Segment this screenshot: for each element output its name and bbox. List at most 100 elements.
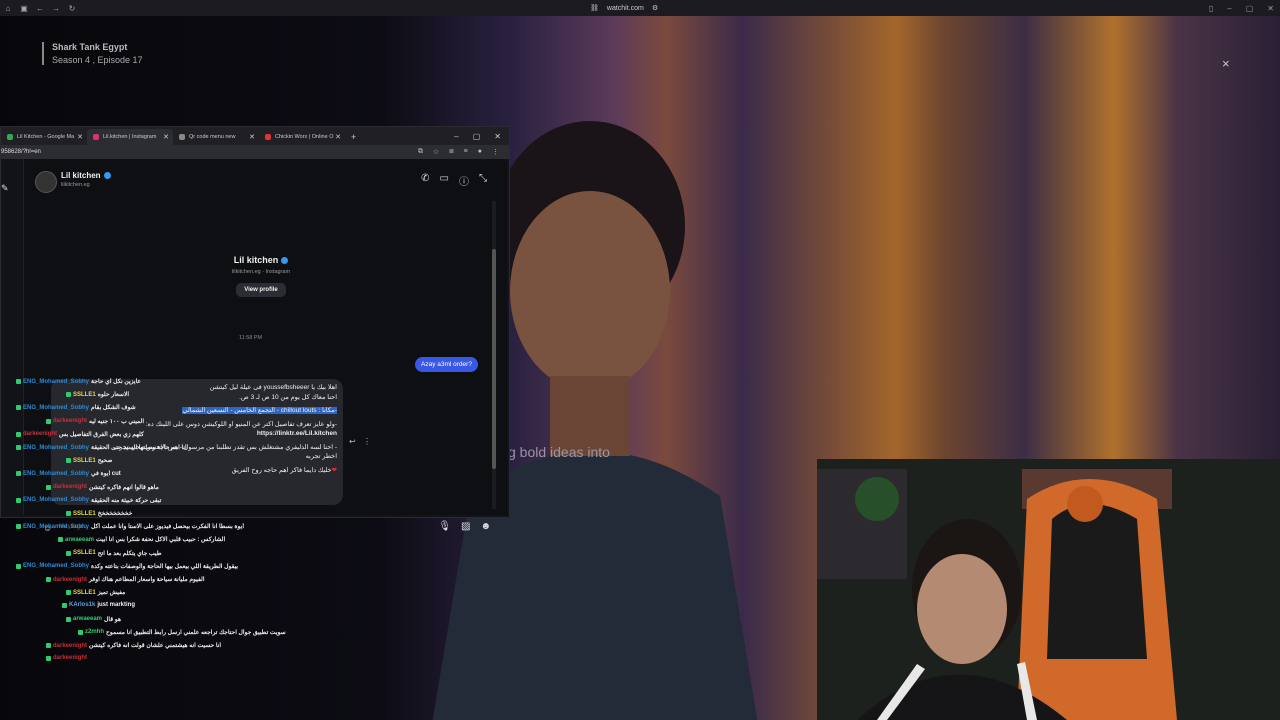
chat-username[interactable]: ENG_Mohamed_Sobhy xyxy=(23,379,89,385)
window-maximize-icon[interactable]: ▢ xyxy=(473,132,481,141)
chat-text: الشاركس : حبيب قلبي الاكل نحفة شكرا بس ا… xyxy=(96,537,226,544)
new-tab-button[interactable]: + xyxy=(345,129,362,145)
sidebar-toggle-icon[interactable]: ▣ xyxy=(16,0,32,16)
close-video-icon[interactable]: × xyxy=(1222,56,1230,71)
avatar[interactable] xyxy=(35,171,57,193)
window-close-icon[interactable]: ✕ xyxy=(494,132,501,141)
chat-badge-icon xyxy=(46,418,51,424)
chat-text: سويت تطبيق جوال احتاجك تراجعه علمني ارسل… xyxy=(106,629,286,636)
chat-text: الفيوم مليانة سياحة واسعار المطاعم هناك … xyxy=(89,577,205,583)
address-display[interactable]: ⛓ watchit.com ⚙ xyxy=(590,0,658,16)
tab-instagram[interactable]: Lil.kitchen | Instagram ✕ xyxy=(87,129,173,145)
info-icon[interactable]: ⓘ xyxy=(459,173,469,188)
close-tab-icon[interactable]: ✕ xyxy=(335,133,341,141)
profile-avatar-icon[interactable]: ● xyxy=(478,148,482,156)
chat-username[interactable]: SSLLE1 xyxy=(73,590,96,596)
view-profile-button[interactable]: View profile xyxy=(236,283,286,297)
reload-icon[interactable]: ↻ xyxy=(64,0,80,16)
minimize-icon[interactable]: – xyxy=(1227,4,1231,13)
phone-icon[interactable]: ✆ xyxy=(421,173,429,188)
chat-username[interactable]: SSLLE1 xyxy=(73,511,96,517)
profile-subtitle: lilkitchen.eg · Instagram xyxy=(231,269,291,275)
reply-icon[interactable]: ↩ xyxy=(349,437,356,446)
tab-strip: Lil Kitchen - Google Ma ✕ Lil.kitchen | … xyxy=(1,127,509,145)
chat-username[interactable]: darkeenight xyxy=(53,484,87,490)
webcam-overlay xyxy=(817,459,1280,720)
chat-username[interactable]: ENG_Mohamed_Sobhy xyxy=(23,471,89,477)
split-view-icon[interactable]: ▯ xyxy=(1209,4,1213,13)
address-text: 958628/?hl=en xyxy=(1,149,41,155)
chat-username[interactable]: darkeenight xyxy=(53,577,87,583)
chat-username[interactable]: KArlos1k xyxy=(69,602,95,608)
tab-google-maps[interactable]: Lil Kitchen - Google Ma ✕ xyxy=(1,129,87,145)
address-bar[interactable]: 958628/?hl=en ⧉ ☆ ⧈ ≡ ● ⋮ xyxy=(1,145,509,159)
tab-chickin-worx[interactable]: Chickin Worx | Online O ✕ xyxy=(259,129,345,145)
close-tab-icon[interactable]: ✕ xyxy=(249,133,255,141)
chat-username[interactable]: darkeenight xyxy=(53,418,87,424)
chat-username[interactable]: darkeenight xyxy=(23,431,57,437)
chat-username[interactable]: ENG_Mohamed_Sobhy xyxy=(23,497,89,503)
chat-username[interactable]: arwaeeam xyxy=(73,616,102,622)
scrollbar-thumb[interactable] xyxy=(492,249,496,469)
chat-text: طيب جاي يتكلم بعد ما اتح xyxy=(97,550,162,557)
back-icon[interactable]: ← xyxy=(32,0,48,16)
media-icon[interactable]: ≡ xyxy=(464,148,468,156)
bookmark-star-icon[interactable]: ☆ xyxy=(433,148,439,156)
settings-icon[interactable]: ⚙ xyxy=(652,4,658,12)
chat-username[interactable]: SSLLE1 xyxy=(73,458,96,464)
chat-username[interactable]: ENG_Mohamed_Sobhy xyxy=(23,524,89,530)
tab-label: Lil Kitchen - Google Ma xyxy=(17,134,75,140)
forward-icon[interactable]: → xyxy=(48,0,64,16)
close-tab-icon[interactable]: ✕ xyxy=(163,133,169,141)
chat-username[interactable]: darkeenight xyxy=(53,655,87,661)
scrollbar[interactable] xyxy=(492,201,496,509)
chat-badge-icon xyxy=(46,577,51,582)
video-call-icon[interactable]: ▭ xyxy=(440,173,449,188)
sent-message[interactable]: Azay a3ml order? xyxy=(415,357,478,372)
menu-kebab-icon[interactable]: ⋮ xyxy=(492,148,499,156)
chat-username[interactable]: SSLLE1 xyxy=(73,392,96,398)
more-options-icon[interactable]: ⋮ xyxy=(363,437,371,446)
chat-message: ENG_Mohamed_Sobhy شوف الشكل بقام xyxy=(16,404,136,411)
chat-username[interactable]: z2mhh xyxy=(85,629,104,635)
maximize-icon[interactable]: ▢ xyxy=(1246,4,1254,13)
chat-username[interactable]: ENG_Mohamed_Sobhy xyxy=(23,405,89,411)
chat-username[interactable]: SSLLE1 xyxy=(73,550,96,556)
window-minimize-icon[interactable]: – xyxy=(454,132,458,141)
conversation-header: Lil kitchen lilkitchen.eg ✆ ▭ ⓘ ⤡ xyxy=(27,169,497,195)
chat-badge-icon xyxy=(66,550,71,556)
chat-message: SSLLE1 صحيح xyxy=(66,457,112,464)
extensions-icon[interactable]: ⧈ xyxy=(449,148,453,156)
tab-qr-menu[interactable]: Qr code menu new ✕ xyxy=(173,129,259,145)
image-upload-icon[interactable]: ▨ xyxy=(461,521,470,532)
chat-message: SSLLE1 خخخخخخخخخ xyxy=(66,510,132,517)
chat-username[interactable]: arwaeeam xyxy=(65,537,94,543)
chat-username[interactable]: ENG_Mohamed_Sobhy xyxy=(23,445,89,451)
collapse-icon[interactable]: ⤡ xyxy=(479,173,487,188)
chat-text: شوف الشكل بقام xyxy=(91,405,136,412)
home-icon[interactable]: ⌂ xyxy=(0,0,16,16)
sticker-icon[interactable]: ☻ xyxy=(480,521,491,532)
chat-text: انا حسيت انه هيشتمني علشان قولت انه فاكر… xyxy=(89,643,222,649)
chat-badge-icon xyxy=(66,458,71,464)
chat-message: ENG_Mohamed_Sobhy تبقى حركة خبيثة منه الح… xyxy=(16,497,161,504)
chat-message: arwaeeam هو قال xyxy=(66,616,121,623)
cast-icon[interactable]: ⧉ xyxy=(418,148,423,156)
chat-badge-icon xyxy=(66,511,71,516)
compose-icon[interactable]: ✎ xyxy=(1,183,9,194)
chat-text: مفيش تميز xyxy=(97,590,126,597)
close-tab-icon[interactable]: ✕ xyxy=(77,133,83,141)
chat-text: ايوة بسطا انا الفكرت بيحصل فيديوز على ال… xyxy=(91,524,244,531)
chat-text: كلهم زي بعض الفرق التفاصيل بس xyxy=(59,431,144,438)
microphone-icon[interactable]: 🎙 xyxy=(438,521,451,532)
header-name[interactable]: Lil kitchen xyxy=(61,171,101,180)
maps-favicon-icon xyxy=(7,134,13,140)
chat-username[interactable]: darkeenight xyxy=(53,643,87,649)
chat-badge-icon xyxy=(16,379,21,384)
chat-badge-icon xyxy=(46,484,51,490)
chat-text: عايزين نكل اي حاجة xyxy=(91,379,141,385)
qr-favicon-icon xyxy=(179,134,185,140)
chat-text: ماهو قالوا انهم فاكره كيتشن xyxy=(89,484,159,491)
close-window-icon[interactable]: ✕ xyxy=(1267,4,1274,13)
chat-username[interactable]: ENG_Mohamed_Sobhy xyxy=(23,563,89,569)
